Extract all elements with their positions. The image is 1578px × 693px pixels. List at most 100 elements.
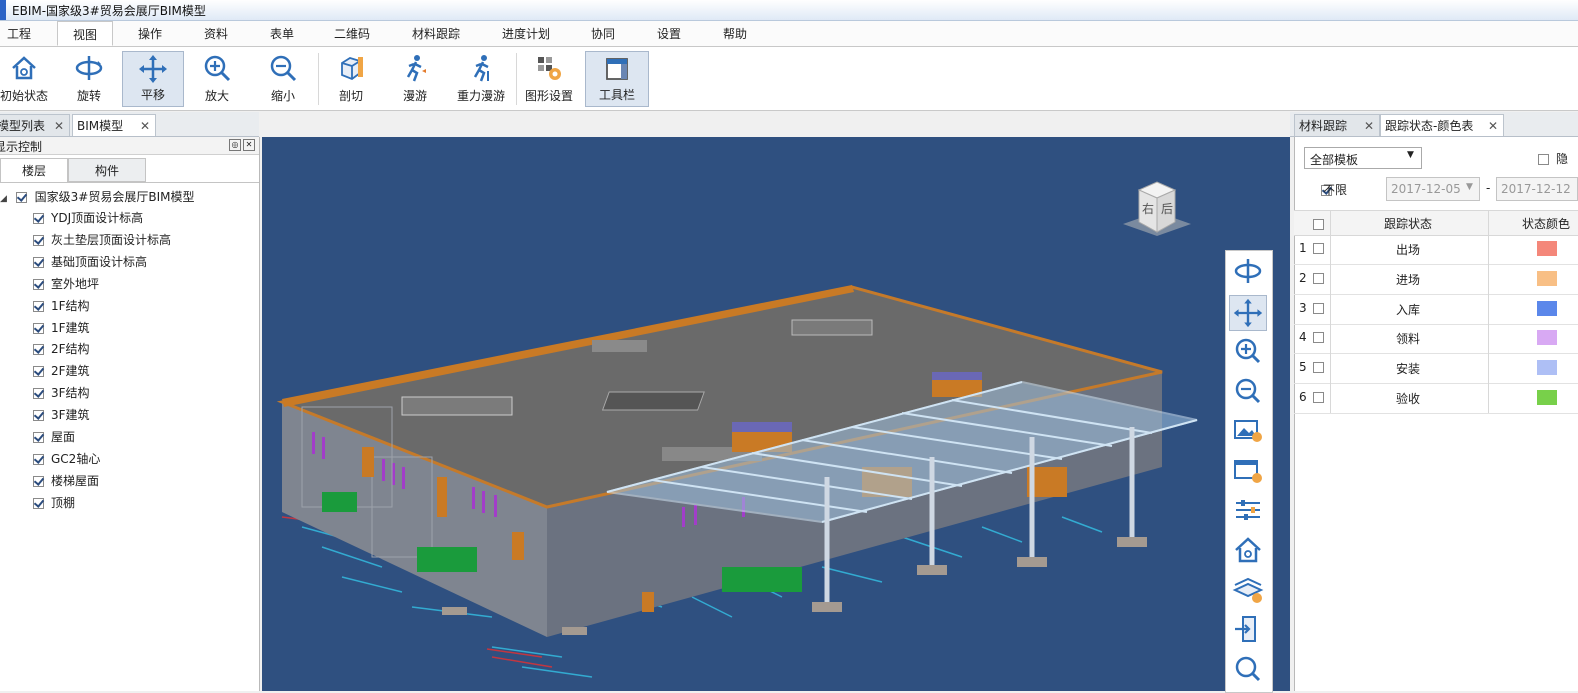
close-icon[interactable]: ✕ xyxy=(1488,115,1498,137)
hide-checkbox[interactable] xyxy=(1538,154,1549,165)
tree-checkbox[interactable] xyxy=(33,256,44,268)
row-checkbox[interactable] xyxy=(1313,332,1324,344)
menu-operate[interactable]: 操作 xyxy=(130,21,170,46)
tree-checkbox[interactable] xyxy=(33,300,44,312)
tree-item[interactable]: 顶棚 xyxy=(33,493,75,513)
table-row[interactable]: 2 进场 xyxy=(1294,263,1578,295)
tree-checkbox[interactable] xyxy=(33,497,44,509)
section-button[interactable] xyxy=(1229,611,1267,647)
tree-checkbox[interactable] xyxy=(33,410,44,422)
view-cube[interactable]: 右 后 xyxy=(1117,172,1197,242)
menu-schedule[interactable]: 进度计划 xyxy=(495,21,557,46)
menu-project[interactable]: 工程 xyxy=(0,21,38,46)
table-row[interactable]: 3 入库 xyxy=(1294,293,1578,325)
tree-checkbox[interactable] xyxy=(33,432,44,443)
view-cube-right-face[interactable]: 右 xyxy=(1142,200,1154,217)
view-cube-back-face[interactable]: 后 xyxy=(1161,200,1173,217)
status-color-swatch[interactable] xyxy=(1537,390,1557,405)
pan-button[interactable] xyxy=(1229,295,1267,331)
tree-checkbox[interactable] xyxy=(15,192,27,203)
close-icon[interactable]: ✕ xyxy=(140,115,150,137)
menu-resources[interactable]: 资料 xyxy=(196,21,236,46)
tree-item[interactable]: 2F结构 xyxy=(33,339,90,359)
tree-checkbox[interactable] xyxy=(33,322,44,334)
tab-material-tracking[interactable]: 材料跟踪 ✕ xyxy=(1294,114,1380,136)
subtab-floors[interactable]: 楼层 xyxy=(0,158,68,182)
menu-forms[interactable]: 表单 xyxy=(262,21,302,46)
bim-3d-viewport[interactable]: 右 后 xyxy=(262,137,1290,691)
home-view-button[interactable] xyxy=(1229,532,1267,568)
menu-help[interactable]: 帮助 xyxy=(715,21,755,46)
tree-item[interactable]: 楼梯屋面 xyxy=(33,471,99,491)
tree-item[interactable]: 3F结构 xyxy=(33,383,90,403)
table-row[interactable]: 6 验收 xyxy=(1294,383,1578,414)
tree-checkbox[interactable] xyxy=(33,213,44,224)
tree-item[interactable]: YDJ顶面设计标高 xyxy=(33,208,143,228)
layer-settings-button[interactable] xyxy=(1229,572,1267,608)
tree-item[interactable]: 1F建筑 xyxy=(33,318,90,338)
home-view-button[interactable]: 初始状态 xyxy=(0,51,48,107)
status-color-swatch[interactable] xyxy=(1537,270,1557,286)
tree-item[interactable]: 室外地坪 xyxy=(33,274,99,294)
table-row[interactable]: 5 安装 xyxy=(1294,353,1578,385)
table-row[interactable]: 4 领料 xyxy=(1294,323,1578,355)
walk-button[interactable]: 漫游 xyxy=(392,51,438,107)
zoom-out-button[interactable]: 缩小 xyxy=(260,51,306,107)
row-checkbox[interactable] xyxy=(1313,302,1324,314)
tree-checkbox[interactable] xyxy=(33,234,44,246)
select-all-checkbox[interactable] xyxy=(1313,219,1324,230)
tree-checkbox[interactable] xyxy=(33,278,44,290)
toolbar-toggle-button[interactable]: 工具栏 xyxy=(585,51,649,107)
menu-view[interactable]: 视图 xyxy=(57,21,113,46)
tab-status-color-table[interactable]: 跟踪状态-颜色表 ✕ xyxy=(1380,114,1504,136)
status-color-swatch[interactable] xyxy=(1537,330,1557,346)
menu-qrcode[interactable]: 二维码 xyxy=(328,21,376,46)
tab-bim-model[interactable]: BIM模型 ✕ xyxy=(72,114,156,136)
table-row[interactable]: 1 出场 xyxy=(1294,234,1578,265)
subtab-components[interactable]: 构件 xyxy=(68,158,146,182)
tree-checkbox[interactable] xyxy=(33,475,44,487)
zoom-in-button[interactable]: 放大 xyxy=(194,51,240,107)
date-to-input[interactable]: 2017-12-12 xyxy=(1496,177,1578,201)
tree-item[interactable]: 基础顶面设计标高 xyxy=(33,252,147,272)
close-icon[interactable]: ✕ xyxy=(54,115,64,137)
row-checkbox[interactable] xyxy=(1313,272,1324,284)
tree-item[interactable]: 1F结构 xyxy=(33,296,90,316)
window-settings-button[interactable] xyxy=(1229,453,1267,489)
tree-item[interactable]: 2F建筑 xyxy=(33,361,90,381)
search-button[interactable] xyxy=(1229,651,1267,687)
pin-icon[interactable]: ◎ xyxy=(229,139,241,151)
row-checkbox[interactable] xyxy=(1313,392,1324,403)
tree-item[interactable]: 3F建筑 xyxy=(33,405,90,425)
tree-root[interactable]: ◢ 国家级3#贸易会展厅BIM模型 xyxy=(0,187,194,207)
close-icon[interactable]: ✕ xyxy=(243,139,255,151)
zoom-in-button[interactable] xyxy=(1229,333,1267,369)
pan-button[interactable]: 平移 xyxy=(122,51,184,107)
screenshot-button[interactable] xyxy=(1229,413,1267,449)
row-checkbox[interactable] xyxy=(1313,362,1324,374)
menu-material-tracking[interactable]: 材料跟踪 xyxy=(405,21,467,46)
gravity-walk-button[interactable]: 重力漫游 xyxy=(452,51,510,107)
tree-item[interactable]: 屋面 xyxy=(33,427,75,447)
tree-checkbox[interactable] xyxy=(33,366,44,378)
date-from-input[interactable]: 2017-12-05 ▼ xyxy=(1386,177,1480,201)
tab-model-list[interactable]: 模型列表 ✕ xyxy=(0,114,70,136)
status-color-swatch[interactable] xyxy=(1537,241,1557,256)
adjust-button[interactable] xyxy=(1229,492,1267,528)
tree-item[interactable]: 灰土垫层顶面设计标高 xyxy=(33,230,171,250)
orbit-button[interactable] xyxy=(1229,253,1267,289)
status-color-swatch[interactable] xyxy=(1537,360,1557,376)
section-button[interactable]: 剖切 xyxy=(328,51,374,107)
rotate-button[interactable]: 旋转 xyxy=(64,51,114,107)
expand-arrow-icon[interactable]: ◢ xyxy=(0,189,12,209)
tree-item[interactable]: GC2轴心 xyxy=(33,449,100,469)
close-icon[interactable]: ✕ xyxy=(1364,115,1374,137)
row-checkbox[interactable] xyxy=(1313,243,1324,254)
tree-checkbox[interactable] xyxy=(33,453,44,465)
tree-checkbox[interactable] xyxy=(33,344,44,356)
tree-checkbox[interactable] xyxy=(33,388,44,400)
menu-settings[interactable]: 设置 xyxy=(649,21,689,46)
status-color-swatch[interactable] xyxy=(1537,300,1557,316)
zoom-out-button[interactable] xyxy=(1229,373,1267,409)
menu-collaboration[interactable]: 协同 xyxy=(583,21,623,46)
